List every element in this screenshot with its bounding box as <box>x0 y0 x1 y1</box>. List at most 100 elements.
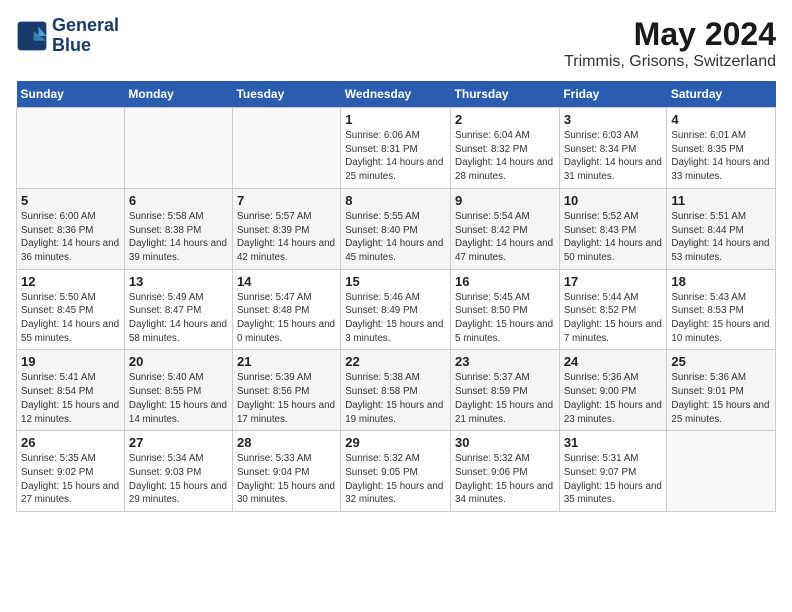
day-info: Sunrise: 5:50 AM Sunset: 8:45 PM Dayligh… <box>21 291 120 346</box>
day-number: 19 <box>21 354 120 369</box>
day-number: 23 <box>455 354 555 369</box>
calendar-cell <box>124 108 232 189</box>
day-info: Sunrise: 6:04 AM Sunset: 8:32 PM Dayligh… <box>455 129 555 184</box>
calendar-cell: 10 Sunrise: 5:52 AM Sunset: 8:43 PM Dayli… <box>559 188 667 269</box>
calendar-cell: 30Sunrise: 5:32 AM Sunset: 9:06 PM Dayli… <box>451 431 560 512</box>
day-info: Sunrise: 5:41 AM Sunset: 8:54 PM Dayligh… <box>21 371 120 426</box>
day-number: 3 <box>564 112 663 127</box>
day-info: Sunrise: 5:33 AM Sunset: 9:04 PM Dayligh… <box>237 452 336 507</box>
day-info: Sunrise: 5:32 AM Sunset: 9:05 PM Dayligh… <box>345 452 446 507</box>
day-info: Sunrise: 6:01 AM Sunset: 8:35 PM Dayligh… <box>671 129 771 184</box>
calendar-cell: 19 Sunrise: 5:41 AM Sunset: 8:54 PM Dayli… <box>17 350 125 431</box>
logo-line2: Blue <box>52 36 119 56</box>
day-info: Sunrise: 6:00 AM Sunset: 8:36 PM Dayligh… <box>21 210 120 265</box>
day-number: 21 <box>237 354 336 369</box>
calendar-cell: 24 Sunrise: 5:36 AM Sunset: 9:00 PM Dayli… <box>559 350 667 431</box>
day-number: 15 <box>345 274 446 289</box>
day-info: Sunrise: 5:38 AM Sunset: 8:58 PM Dayligh… <box>345 371 446 426</box>
day-number: 6 <box>129 193 228 208</box>
calendar-cell: 2 Sunrise: 6:04 AM Sunset: 8:32 PM Daylig… <box>451 108 560 189</box>
day-number: 27 <box>129 435 228 450</box>
day-info: Sunrise: 5:47 AM Sunset: 8:48 PM Dayligh… <box>237 291 336 346</box>
calendar-cell: 12 Sunrise: 5:50 AM Sunset: 8:45 PM Dayli… <box>17 269 125 350</box>
calendar-cell: 7 Sunrise: 5:57 AM Sunset: 8:39 PM Daylig… <box>232 188 340 269</box>
day-info: Sunrise: 5:55 AM Sunset: 8:40 PM Dayligh… <box>345 210 446 265</box>
calendar-cell: 1Sunrise: 6:06 AM Sunset: 8:31 PM Daylig… <box>341 108 451 189</box>
day-number: 9 <box>455 193 555 208</box>
day-number: 4 <box>671 112 771 127</box>
calendar-cell: 21 Sunrise: 5:39 AM Sunset: 8:56 PM Dayli… <box>232 350 340 431</box>
day-info: Sunrise: 5:51 AM Sunset: 8:44 PM Dayligh… <box>671 210 771 265</box>
day-number: 25 <box>671 354 771 369</box>
day-info: Sunrise: 5:40 AM Sunset: 8:55 PM Dayligh… <box>129 371 228 426</box>
day-info: Sunrise: 5:52 AM Sunset: 8:43 PM Dayligh… <box>564 210 663 265</box>
day-number: 26 <box>21 435 120 450</box>
week-row-4: 19 Sunrise: 5:41 AM Sunset: 8:54 PM Dayli… <box>17 350 776 431</box>
day-info: Sunrise: 5:34 AM Sunset: 9:03 PM Dayligh… <box>129 452 228 507</box>
calendar-cell: 28 Sunrise: 5:33 AM Sunset: 9:04 PM Dayli… <box>232 431 340 512</box>
calendar-cell: 25Sunrise: 5:36 AM Sunset: 9:01 PM Dayli… <box>667 350 776 431</box>
calendar-title: May 2024 <box>564 16 776 53</box>
day-number: 30 <box>455 435 555 450</box>
day-info: Sunrise: 5:36 AM Sunset: 9:00 PM Dayligh… <box>564 371 663 426</box>
calendar-cell: 17Sunrise: 5:44 AM Sunset: 8:52 PM Dayli… <box>559 269 667 350</box>
col-header-thursday: Thursday <box>451 81 560 108</box>
day-info: Sunrise: 5:43 AM Sunset: 8:53 PM Dayligh… <box>671 291 771 346</box>
week-row-2: 5Sunrise: 6:00 AM Sunset: 8:36 PM Daylig… <box>17 188 776 269</box>
day-info: Sunrise: 6:03 AM Sunset: 8:34 PM Dayligh… <box>564 129 663 184</box>
calendar-subtitle: Trimmis, Grisons, Switzerland <box>564 53 776 71</box>
calendar-cell: 3 Sunrise: 6:03 AM Sunset: 8:34 PM Daylig… <box>559 108 667 189</box>
day-number: 11 <box>671 193 771 208</box>
day-number: 13 <box>129 274 228 289</box>
day-number: 20 <box>129 354 228 369</box>
day-number: 8 <box>345 193 446 208</box>
header-row: SundayMondayTuesdayWednesdayThursdayFrid… <box>17 81 776 108</box>
day-number: 7 <box>237 193 336 208</box>
calendar-cell: 15Sunrise: 5:46 AM Sunset: 8:49 PM Dayli… <box>341 269 451 350</box>
day-number: 16 <box>455 274 555 289</box>
calendar-cell: 11 Sunrise: 5:51 AM Sunset: 8:44 PM Dayli… <box>667 188 776 269</box>
day-info: Sunrise: 5:37 AM Sunset: 8:59 PM Dayligh… <box>455 371 555 426</box>
day-info: Sunrise: 5:57 AM Sunset: 8:39 PM Dayligh… <box>237 210 336 265</box>
day-info: Sunrise: 5:49 AM Sunset: 8:47 PM Dayligh… <box>129 291 228 346</box>
logo-line1: General <box>52 16 119 36</box>
week-row-1: 1Sunrise: 6:06 AM Sunset: 8:31 PM Daylig… <box>17 108 776 189</box>
calendar-cell: 14 Sunrise: 5:47 AM Sunset: 8:48 PM Dayli… <box>232 269 340 350</box>
day-number: 24 <box>564 354 663 369</box>
calendar-cell: 29 Sunrise: 5:32 AM Sunset: 9:05 PM Dayli… <box>341 431 451 512</box>
day-info: Sunrise: 6:06 AM Sunset: 8:31 PM Dayligh… <box>345 129 446 184</box>
day-info: Sunrise: 5:35 AM Sunset: 9:02 PM Dayligh… <box>21 452 120 507</box>
calendar-cell: 22 Sunrise: 5:38 AM Sunset: 8:58 PM Dayli… <box>341 350 451 431</box>
calendar-cell <box>17 108 125 189</box>
day-info: Sunrise: 5:45 AM Sunset: 8:50 PM Dayligh… <box>455 291 555 346</box>
calendar-cell: 9 Sunrise: 5:54 AM Sunset: 8:42 PM Daylig… <box>451 188 560 269</box>
title-area: May 2024 Trimmis, Grisons, Switzerland <box>564 16 776 71</box>
col-header-saturday: Saturday <box>667 81 776 108</box>
week-row-5: 26 Sunrise: 5:35 AM Sunset: 9:02 PM Dayli… <box>17 431 776 512</box>
day-number: 18 <box>671 274 771 289</box>
col-header-wednesday: Wednesday <box>341 81 451 108</box>
calendar-cell: 13 Sunrise: 5:49 AM Sunset: 8:47 PM Dayli… <box>124 269 232 350</box>
calendar-cell: 18 Sunrise: 5:43 AM Sunset: 8:53 PM Dayli… <box>667 269 776 350</box>
calendar-cell: 4 Sunrise: 6:01 AM Sunset: 8:35 PM Daylig… <box>667 108 776 189</box>
logo-text: General Blue <box>52 16 119 56</box>
calendar-cell <box>232 108 340 189</box>
col-header-monday: Monday <box>124 81 232 108</box>
logo-icon <box>16 20 48 52</box>
day-info: Sunrise: 5:39 AM Sunset: 8:56 PM Dayligh… <box>237 371 336 426</box>
day-info: Sunrise: 5:54 AM Sunset: 8:42 PM Dayligh… <box>455 210 555 265</box>
day-number: 2 <box>455 112 555 127</box>
calendar-cell <box>667 431 776 512</box>
calendar-cell: 23 Sunrise: 5:37 AM Sunset: 8:59 PM Dayli… <box>451 350 560 431</box>
calendar-cell: 6Sunrise: 5:58 AM Sunset: 8:38 PM Daylig… <box>124 188 232 269</box>
day-number: 22 <box>345 354 446 369</box>
day-info: Sunrise: 5:44 AM Sunset: 8:52 PM Dayligh… <box>564 291 663 346</box>
day-number: 29 <box>345 435 446 450</box>
day-number: 12 <box>21 274 120 289</box>
col-header-sunday: Sunday <box>17 81 125 108</box>
header: General Blue May 2024 Trimmis, Grisons, … <box>16 16 776 71</box>
day-number: 28 <box>237 435 336 450</box>
day-number: 10 <box>564 193 663 208</box>
day-number: 14 <box>237 274 336 289</box>
calendar-cell: 31Sunrise: 5:31 AM Sunset: 9:07 PM Dayli… <box>559 431 667 512</box>
